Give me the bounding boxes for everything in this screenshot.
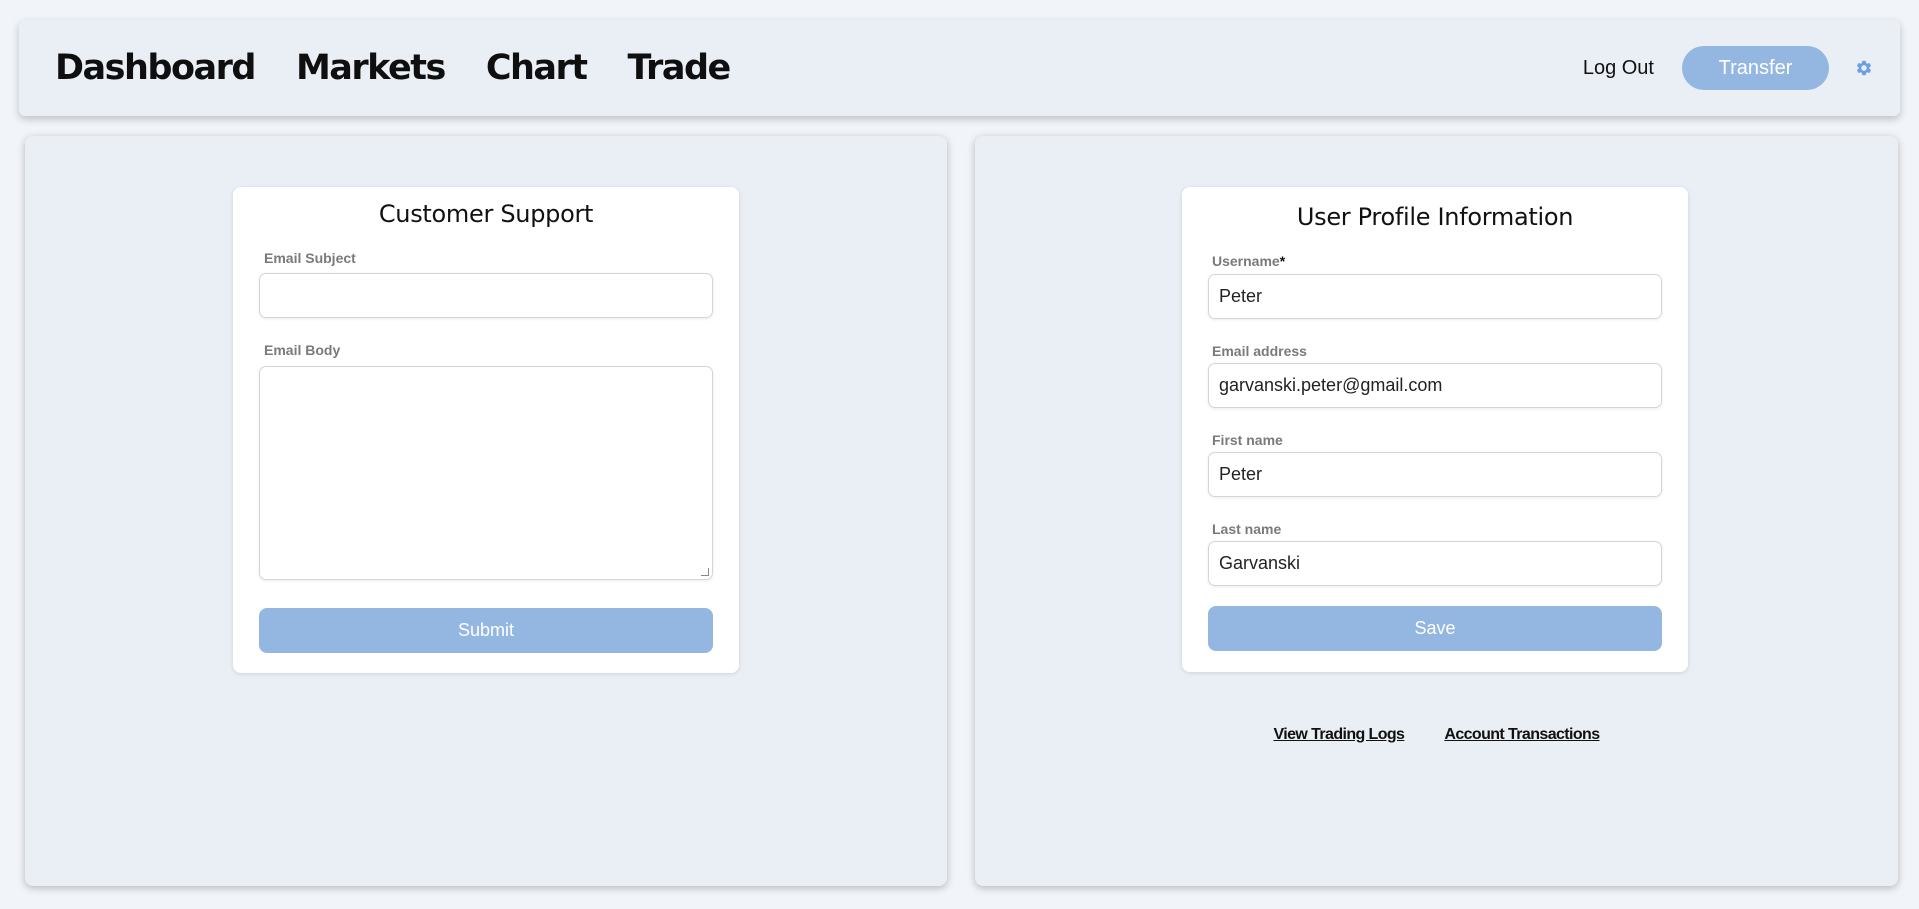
support-panel: Customer Support Email Subject Email Bod… [25, 136, 947, 886]
transfer-button[interactable]: Transfer [1682, 46, 1829, 90]
email-subject-input[interactable] [259, 273, 713, 318]
last-name-input[interactable]: Garvanski [1208, 541, 1662, 586]
profile-links: View Trading Logs Account Transactions [975, 726, 1898, 744]
email-subject-label: Email Subject [264, 250, 356, 266]
nav-markets[interactable]: Markets [296, 48, 446, 88]
first-name-label: First name [1212, 432, 1283, 448]
resize-handle-icon[interactable] [701, 568, 709, 576]
top-navigation-bar: Dashboard Markets Chart Trade Log Out Tr… [19, 20, 1900, 116]
submit-button[interactable]: Submit [259, 608, 713, 653]
email-body-label: Email Body [264, 342, 341, 358]
view-trading-logs-link[interactable]: View Trading Logs [1273, 726, 1404, 744]
support-title: Customer Support [378, 200, 594, 228]
gear-icon[interactable] [1855, 59, 1873, 77]
first-name-input[interactable]: Peter [1208, 452, 1662, 497]
account-actions: Log Out Transfer [1583, 20, 1900, 116]
profile-title: User Profile Information [1296, 203, 1574, 231]
logout-link[interactable]: Log Out [1583, 57, 1654, 80]
username-input[interactable]: Peter [1208, 274, 1662, 319]
email-address-input[interactable]: garvanski.peter@gmail.com [1208, 363, 1662, 408]
nav-dashboard[interactable]: Dashboard [55, 48, 256, 88]
email-address-label: Email address [1212, 343, 1307, 359]
save-button[interactable]: Save [1208, 606, 1662, 651]
last-name-label: Last name [1212, 521, 1282, 537]
nav-trade[interactable]: Trade [628, 48, 732, 88]
customer-support-card: Customer Support Email Subject Email Bod… [233, 187, 739, 673]
required-marker: * [1279, 253, 1286, 269]
user-profile-card: User Profile Information Username* Peter… [1182, 187, 1688, 672]
profile-panel: User Profile Information Username* Peter… [975, 136, 1898, 886]
account-transactions-link[interactable]: Account Transactions [1444, 726, 1600, 744]
username-label: Username* [1212, 253, 1286, 269]
nav-chart[interactable]: Chart [486, 48, 588, 88]
email-body-textarea[interactable] [259, 366, 713, 580]
main-nav: Dashboard Markets Chart Trade [55, 20, 771, 116]
